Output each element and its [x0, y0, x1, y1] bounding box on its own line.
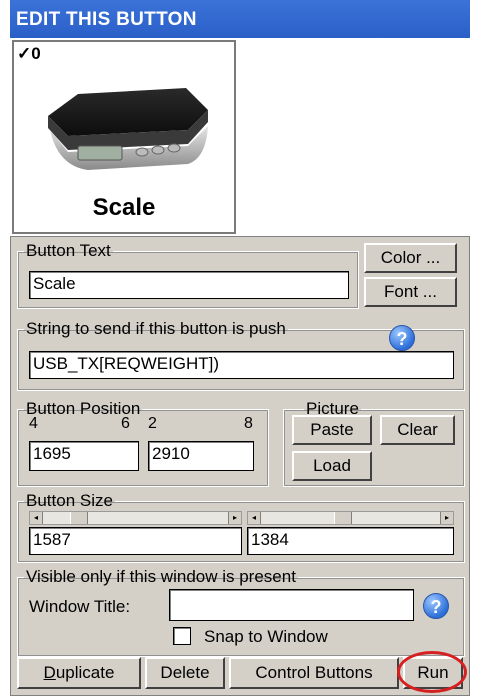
position-y-input[interactable]: 2910 — [148, 441, 254, 471]
window-title: EDIT THIS BUTTON — [10, 0, 470, 38]
height-slider-thumb[interactable] — [334, 512, 352, 524]
position-num-8: 8 — [244, 415, 253, 432]
color-button[interactable]: Color ... — [364, 243, 457, 273]
width-slider-thumb[interactable] — [70, 512, 88, 524]
string-help-icon[interactable]: ? — [389, 325, 415, 351]
font-button[interactable]: Font ... — [364, 277, 457, 307]
button-text-legend: Button Text — [26, 241, 111, 260]
window-title-input[interactable] — [169, 589, 414, 621]
duplicate-button[interactable]: Duplicate — [17, 657, 141, 689]
slider-right-arrow-icon[interactable]: ▸ — [228, 512, 241, 524]
edit-panel: Button Text Scale Color ... Font ... Str… — [10, 236, 470, 696]
button-preview[interactable]: ✓0 Scale — [12, 40, 236, 234]
window-title-label: Window Title: — [29, 597, 131, 616]
slider-right-arrow-icon[interactable]: ▸ — [440, 512, 453, 524]
run-highlight-circle — [397, 651, 467, 693]
width-input[interactable]: 1587 — [29, 527, 242, 555]
height-input[interactable]: 1384 — [247, 527, 454, 555]
snap-checkbox[interactable] — [173, 627, 191, 645]
position-num-6: 6 — [121, 415, 130, 432]
button-text-input[interactable]: Scale — [29, 271, 349, 299]
height-slider[interactable]: ◂ ▸ — [247, 511, 454, 525]
delete-button[interactable]: Delete — [145, 657, 225, 689]
scale-icon — [48, 88, 208, 170]
preview-check: ✓0 — [17, 44, 41, 64]
check-icon: ✓ — [17, 44, 32, 63]
width-slider[interactable]: ◂ ▸ — [29, 511, 242, 525]
string-send-legend: String to send if this button is push — [26, 319, 286, 338]
position-num-2: 2 — [148, 415, 157, 432]
preview-caption: Scale — [92, 194, 156, 221]
window-help-icon[interactable]: ? — [423, 593, 449, 619]
button-size-legend: Button Size — [26, 491, 113, 510]
position-x-input[interactable]: 1695 — [29, 441, 139, 471]
slider-left-arrow-icon[interactable]: ◂ — [30, 512, 43, 524]
position-num-4: 4 — [29, 415, 38, 432]
string-send-input[interactable]: USB_TX[REQWEIGHT]) — [29, 351, 454, 379]
control-buttons-button[interactable]: Control Buttons — [229, 657, 399, 689]
visible-legend: Visible only if this window is present — [26, 567, 296, 586]
clear-button[interactable]: Clear — [380, 415, 455, 445]
preview-badge: 0 — [31, 44, 41, 63]
paste-button[interactable]: Paste — [292, 415, 372, 445]
slider-left-arrow-icon[interactable]: ◂ — [248, 512, 261, 524]
load-button[interactable]: Load — [292, 451, 372, 481]
snap-label: Snap to Window — [204, 627, 328, 646]
